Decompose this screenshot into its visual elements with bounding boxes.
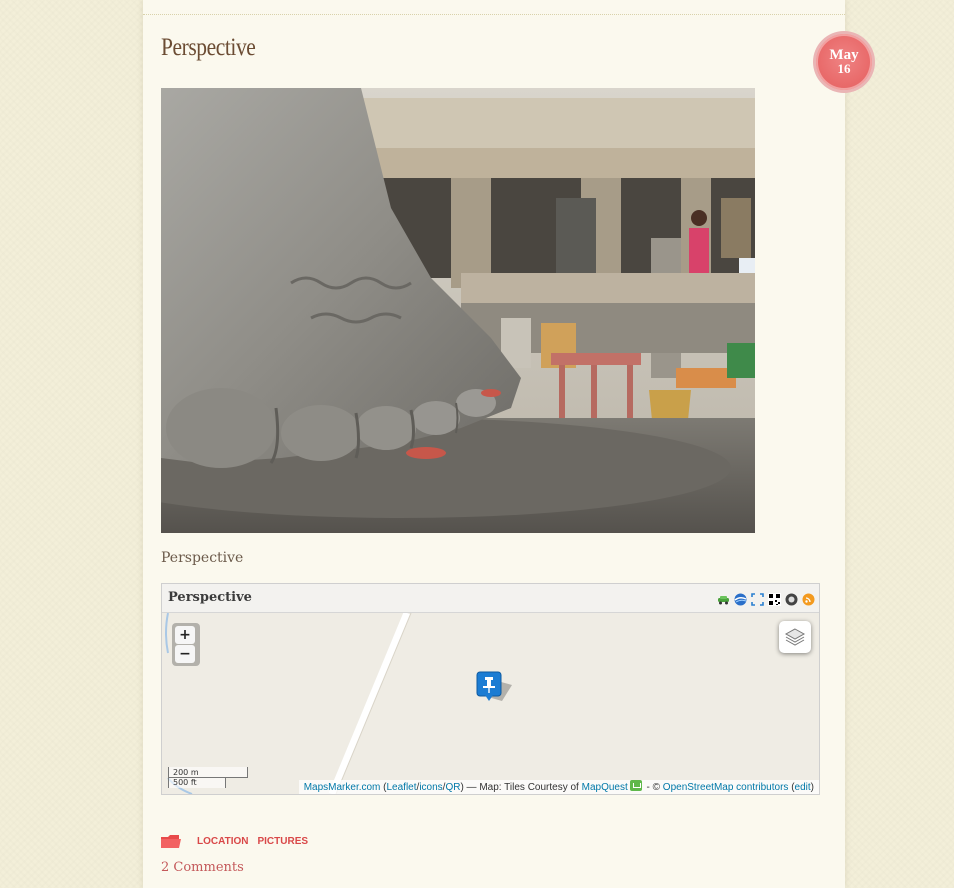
attribution-text: ) — Map: Tiles Courtesy of [460,782,582,793]
photo-caption: Perspective [161,550,244,566]
category-location[interactable]: LOCATION [197,836,248,847]
date-day: 16 [837,61,851,76]
mapquest-link[interactable]: MapQuest [582,782,628,793]
layers-icon [784,628,806,646]
scale-imperial: 500 ft [168,777,226,788]
map-pin-icon [476,671,512,701]
post-photo[interactable] [161,88,755,533]
qr-link[interactable]: QR [445,782,460,793]
map-marker[interactable] [476,671,514,707]
zoom-out-button[interactable]: − [175,645,195,663]
attribution-text: - © [643,782,663,793]
mapquest-logo-icon [629,780,642,791]
car-icon[interactable] [717,591,730,605]
zoom-control: + − [172,623,200,666]
google-earth-icon[interactable] [734,591,747,606]
map-toolbar [717,591,815,606]
mapsmarker-link[interactable]: MapsMarker.com [304,782,381,793]
map-scale: 200 m 500 ft [168,767,248,788]
qr-code-icon[interactable] [768,591,781,606]
post-categories: LOCATION PICTURES [161,834,317,849]
leaflet-link[interactable]: Leaflet [387,782,417,793]
folder-icon [161,834,181,849]
osm-link[interactable]: OpenStreetMap contributors [663,782,789,793]
divider [143,14,845,15]
icons-link[interactable]: icons [419,782,442,793]
map-canvas[interactable]: + − 200 m 500 ft MapsMarker.com (Leaflet… [162,613,819,794]
zoom-in-button[interactable]: + [175,626,195,644]
geo-rss-icon[interactable] [785,591,798,606]
rss-icon[interactable] [802,591,815,606]
layers-button[interactable] [779,621,811,653]
post-title[interactable]: Perspective [161,34,256,62]
date-month: May [829,47,859,63]
statue-feet-photo [161,88,755,533]
map-widget: Perspective + − 200 m 500 ft MapsMarker.… [161,583,820,795]
post-card: Perspective May 16 Perspective Perspecti… [143,0,872,888]
map-header: Perspective [162,584,819,613]
comments-link[interactable]: 2 Comments [161,860,244,875]
attribution-text: ) [810,782,814,793]
map-attribution: MapsMarker.com (Leaflet/icons/QR) — Map:… [298,780,819,794]
fullscreen-icon[interactable] [751,591,764,606]
map-title: Perspective [168,590,252,605]
edit-link[interactable]: edit [795,782,811,793]
category-pictures[interactable]: PICTURES [257,836,308,847]
date-badge: May 16 [816,34,872,90]
